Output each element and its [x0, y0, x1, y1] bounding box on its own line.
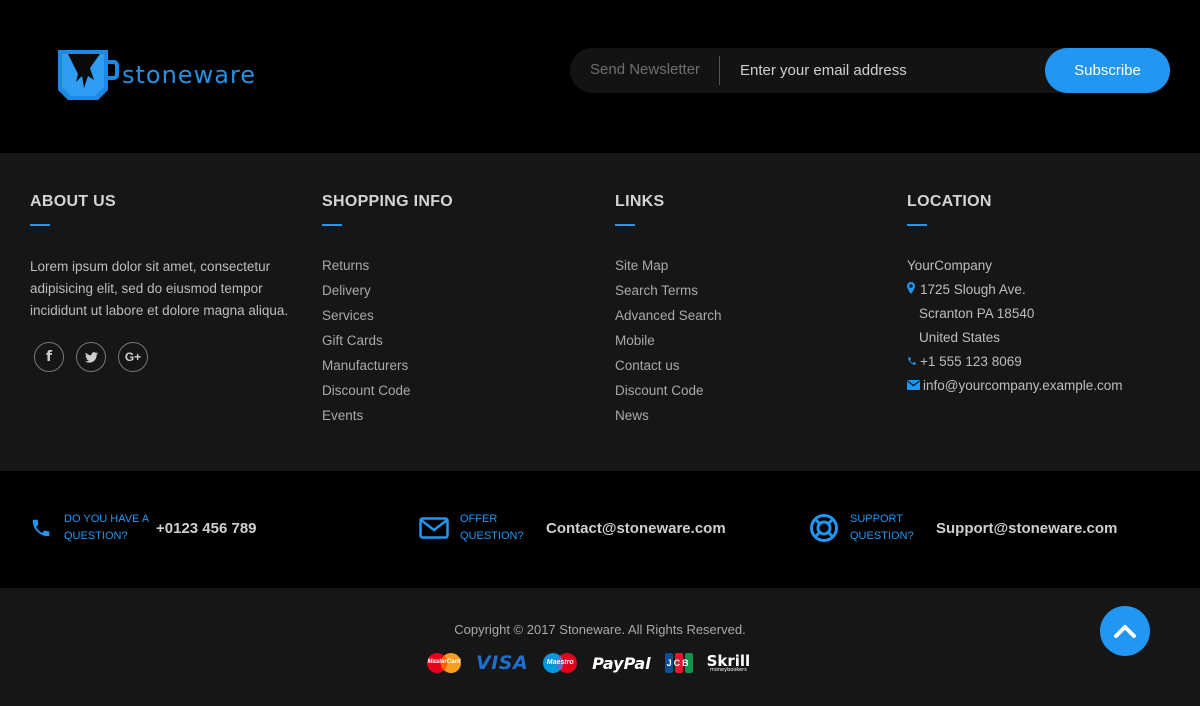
envelope-icon	[907, 377, 920, 395]
twitter-icon[interactable]	[76, 342, 106, 372]
subscribe-button[interactable]: Subscribe	[1045, 48, 1170, 93]
offer-contact: OFFER QUESTION? Contact@stoneware.com	[419, 511, 726, 545]
link-discount-code[interactable]: Discount Code	[322, 382, 453, 407]
jcb-icon: JCB	[664, 653, 693, 673]
link-mobile[interactable]: Mobile	[615, 332, 722, 357]
brand-logo[interactable]: stoneware	[54, 46, 256, 102]
heading-underline	[322, 224, 342, 226]
link-services[interactable]: Services	[322, 307, 453, 332]
support-contact-value[interactable]: Support@stoneware.com	[936, 520, 1117, 537]
link-returns[interactable]: Returns	[322, 257, 453, 282]
phone-label-line1: DO YOU HAVE A	[64, 513, 150, 525]
link-manufacturers[interactable]: Manufacturers	[322, 357, 453, 382]
address-block: YourCompany 1725 Slough Ave. Scranton PA…	[907, 257, 1123, 401]
phone-contact-label: DO YOU HAVE A QUESTION?	[64, 511, 156, 545]
shopping-info-column: SHOPPING INFO Returns Delivery Services …	[322, 193, 453, 432]
skrill-sublabel: moneybookers	[709, 666, 747, 673]
chevron-up-icon	[1114, 625, 1136, 638]
offer-label-line2: QUESTION?	[460, 530, 524, 542]
support-contact-label: SUPPORT QUESTION?	[850, 511, 936, 545]
paypal-icon: PayPal	[592, 653, 651, 673]
mug-logo-icon	[58, 50, 119, 100]
google-plus-glyph: G+	[124, 350, 142, 364]
lifebuoy-icon	[809, 513, 839, 543]
copyright-text: Copyright © 2017 Stoneware. All Rights R…	[454, 622, 746, 637]
heading-underline	[907, 224, 927, 226]
contact-strip: DO YOU HAVE A QUESTION? +0123 456 789 OF…	[0, 471, 1200, 588]
location-email[interactable]: info@yourcompany.example.com	[923, 377, 1123, 395]
about-heading: ABOUT US	[30, 193, 116, 210]
link-search-terms[interactable]: Search Terms	[615, 282, 722, 307]
address-country: United States	[919, 330, 1001, 345]
links-heading: LINKS	[615, 193, 665, 210]
phone-contact: DO YOU HAVE A QUESTION? +0123 456 789	[30, 511, 257, 545]
maestro-icon: Maestro	[542, 652, 578, 674]
newsletter-email-input[interactable]	[722, 48, 1042, 93]
shopping-info-heading: SHOPPING INFO	[322, 193, 454, 210]
phone-icon	[30, 513, 52, 543]
map-marker-icon	[907, 281, 918, 299]
link-delivery[interactable]: Delivery	[322, 282, 453, 307]
phone-label-line2: QUESTION?	[64, 530, 128, 542]
google-plus-icon[interactable]: G+	[118, 342, 148, 372]
link-news[interactable]: News	[615, 407, 722, 432]
payment-methods: MasterCard VISA Maestro PayPal JCB Skril…	[426, 652, 750, 674]
scroll-to-top-button[interactable]	[1100, 606, 1150, 656]
address-street: 1725 Slough Ave.	[920, 282, 1026, 297]
footer-main: ABOUT US Lorem ipsum dolor sit amet, con…	[0, 153, 1200, 471]
location-phone[interactable]: +1 555 123 8069	[920, 353, 1022, 371]
location-heading: LOCATION	[907, 193, 992, 210]
link-contact-us[interactable]: Contact us	[615, 357, 722, 382]
offer-contact-label: OFFER QUESTION?	[460, 511, 546, 545]
links-column: LINKS Site Map Search Terms Advanced Sea…	[615, 193, 722, 432]
about-text: Lorem ipsum dolor sit amet, consectetur …	[30, 259, 289, 318]
link-site-map[interactable]: Site Map	[615, 257, 722, 282]
visa-icon: VISA	[476, 652, 529, 674]
jcb-label: JCB	[666, 658, 691, 668]
facebook-icon[interactable]: f	[34, 342, 64, 372]
mastercard-label: MasterCard	[427, 659, 461, 665]
links-list: Site Map Search Terms Advanced Search Mo…	[615, 257, 722, 432]
newsletter-form: Send Newsletter Subscribe	[570, 48, 1170, 93]
link-advanced-search[interactable]: Advanced Search	[615, 307, 722, 332]
phone-icon	[907, 353, 918, 371]
offer-contact-value[interactable]: Contact@stoneware.com	[546, 520, 726, 537]
link-discount-code[interactable]: Discount Code	[615, 382, 722, 407]
location-column: LOCATION YourCompany 1725 Slough Ave. Sc…	[907, 193, 1123, 401]
twitter-glyph	[84, 351, 98, 363]
envelope-icon	[419, 513, 449, 543]
about-column: ABOUT US Lorem ipsum dolor sit amet, con…	[30, 193, 300, 372]
offer-label-line1: OFFER	[460, 513, 498, 525]
support-contact: SUPPORT QUESTION? Support@stoneware.com	[809, 511, 1117, 545]
skrill-icon: Skrill moneybookers	[707, 653, 751, 673]
phone-contact-value[interactable]: +0123 456 789	[156, 520, 257, 537]
shopping-info-list: Returns Delivery Services Gift Cards Man…	[322, 257, 453, 432]
heading-underline	[615, 224, 635, 226]
link-events[interactable]: Events	[322, 407, 453, 432]
link-gift-cards[interactable]: Gift Cards	[322, 332, 453, 357]
mastercard-icon: MasterCard	[426, 652, 462, 674]
support-label-line1: SUPPORT	[850, 513, 903, 525]
newsletter-band: stoneware Send Newsletter Subscribe	[0, 0, 1200, 153]
facebook-glyph: f	[45, 349, 53, 365]
social-links: f G+	[34, 342, 300, 372]
support-label-line2: QUESTION?	[850, 530, 914, 542]
brand-name: stoneware	[122, 61, 257, 89]
maestro-label: Maestro	[546, 659, 574, 666]
newsletter-divider	[719, 56, 720, 85]
newsletter-label: Send Newsletter	[590, 61, 701, 78]
company-name: YourCompany	[907, 258, 993, 273]
heading-underline	[30, 224, 50, 226]
address-city: Scranton PA 18540	[919, 306, 1035, 321]
footer-bottom: Copyright © 2017 Stoneware. All Rights R…	[0, 588, 1200, 706]
